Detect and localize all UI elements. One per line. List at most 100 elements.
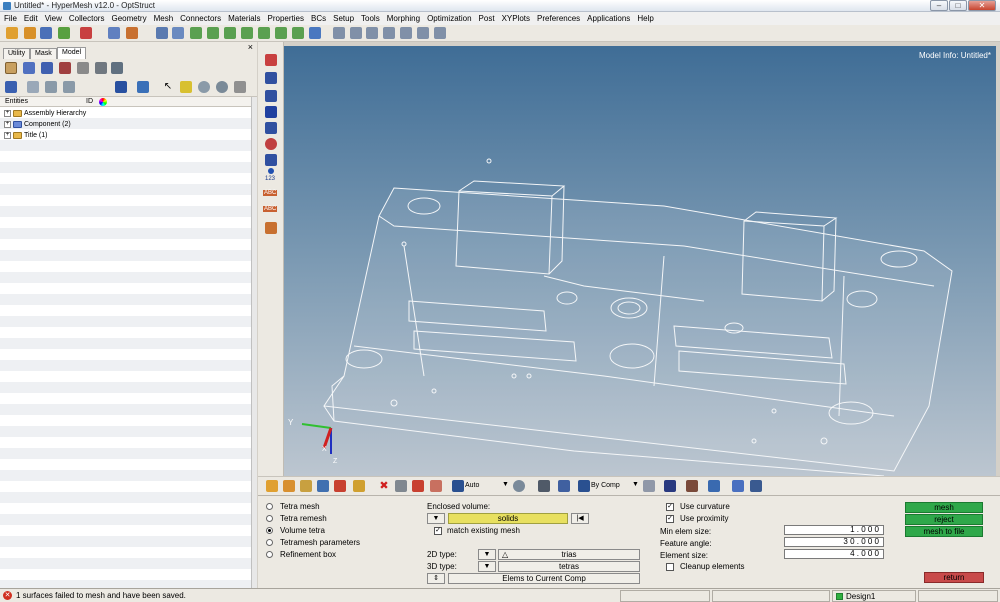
radio-button[interactable] [266,503,273,510]
feature-angle-field[interactable]: 3 0 . 0 0 0 [784,537,884,547]
radio-button[interactable] [266,551,273,558]
min-elem-size-field[interactable]: 1 . 0 0 0 [784,525,884,535]
return-button[interactable]: return [924,572,984,583]
open-model-icon[interactable] [6,27,18,39]
arrows-icon[interactable] [400,27,412,39]
export-icon[interactable] [58,27,70,39]
mesh-button[interactable]: mesh [905,502,983,513]
menu-edit[interactable]: Edit [20,12,41,23]
display-mode-icon[interactable] [115,81,127,93]
delete-icon[interactable]: ✖ [378,480,390,492]
radio-refinement-box[interactable]: Refinement box [266,550,336,559]
split-icon[interactable] [430,480,442,492]
type2d-dropdown-icon[interactable]: ▼ [478,549,496,560]
expand-icon[interactable]: + [4,131,11,139]
menu-view[interactable]: View [41,12,65,23]
filter-view-icon[interactable] [111,62,123,74]
solids-selector[interactable]: solids [448,513,568,524]
menu-post[interactable]: Post [475,12,498,23]
minimize-button[interactable]: – [930,0,948,11]
comp-toggle-icon[interactable]: ⇕ [427,573,445,584]
pan-icon[interactable] [366,27,378,39]
reset-selection-icon[interactable]: |◀ [571,513,589,524]
radio-button[interactable] [266,527,273,534]
close-button[interactable]: ✕ [968,0,996,11]
reject-button[interactable]: reject [905,514,983,525]
import-icon[interactable] [24,27,36,39]
save-icon[interactable] [40,27,52,39]
model-browser-icon[interactable] [126,27,138,39]
menu-properties[interactable]: Properties [264,12,307,23]
transparency-icon[interactable] [265,122,277,134]
type2d-selector[interactable]: △ trias [498,549,640,560]
property-view-icon[interactable] [77,62,89,74]
chevron-down-icon[interactable]: ▼ [502,481,509,488]
grid-icon[interactable] [732,480,744,492]
chevron-down-icon[interactable]: ▼ [632,481,639,488]
load-view-icon[interactable] [95,62,107,74]
show-icon[interactable] [198,81,210,93]
collapse-icon[interactable] [27,81,39,93]
color-mode-icon[interactable] [137,81,149,93]
radio-volume-tetra[interactable]: Volume tetra [266,526,325,535]
fit-icon[interactable] [350,27,362,39]
close-browser-icon[interactable]: × [248,42,253,52]
view-icon[interactable] [538,480,550,492]
use-curvature-row[interactable]: ✓ Use curvature [666,502,730,511]
expand-all-icon[interactable] [5,81,17,93]
use-curvature-checkbox[interactable]: ✓ [666,502,674,511]
radio-button[interactable] [266,515,273,522]
cube-icon[interactable] [558,480,570,492]
mesh-to-file-button[interactable]: mesh to file [905,526,983,537]
entity-icon[interactable] [266,480,278,492]
zoom-icon[interactable] [156,27,168,39]
menu-geometry[interactable]: Geometry [107,12,149,23]
browser-scrollbar[interactable] [251,97,257,588]
cleanup-elements-checkbox[interactable] [666,562,674,571]
menu-applications[interactable]: Applications [583,12,633,23]
element-icon[interactable] [334,480,346,492]
menu-help[interactable]: Help [633,12,656,23]
list-icon[interactable] [63,81,75,93]
menu-file[interactable]: File [0,12,20,23]
radio-tetra-remesh[interactable]: Tetra remesh [266,514,327,523]
reverse-icon[interactable] [234,81,246,93]
view-back-icon[interactable] [258,27,270,39]
solid-icon[interactable] [317,480,329,492]
radio-tetramesh-parameters[interactable]: Tetramesh parameters [266,538,360,547]
tree-row-title[interactable]: + Title (1) [4,130,47,140]
solids-dropdown-icon[interactable]: ▼ [427,513,445,524]
user-profile-icon[interactable] [108,27,120,39]
radio-button[interactable] [266,539,273,546]
assembly-view-icon[interactable] [23,62,35,74]
view-front-icon[interactable] [241,27,253,39]
view-right-icon[interactable] [292,27,304,39]
wireframe-icon[interactable] [265,72,277,84]
comp-icon[interactable] [283,480,295,492]
mesh-display-icon[interactable] [643,480,655,492]
hide-icon[interactable] [216,81,228,93]
menu-materials[interactable]: Materials [224,12,263,23]
view-save-icon[interactable] [309,27,321,39]
menu-preferences[interactable]: Preferences [533,12,583,23]
spin-icon[interactable] [417,27,429,39]
design-cell[interactable]: Design1 [832,590,916,602]
menu-tools[interactable]: Tools [357,12,383,23]
menu-setup[interactable]: Setup [329,12,357,23]
expand-icon[interactable]: + [4,109,11,117]
mask-icon[interactable] [412,480,424,492]
menu-connectors[interactable]: Connectors [176,12,224,23]
surface-icon[interactable] [300,480,312,492]
match-existing-mesh-row[interactable]: ✓ match existing mesh [434,526,520,535]
menu-collectors[interactable]: Collectors [65,12,108,23]
view-top-icon[interactable] [207,27,219,39]
rotate-icon[interactable] [434,27,446,39]
elems-to-current-comp-button[interactable]: Elems to Current Comp [448,573,640,584]
clip-icon[interactable] [265,154,277,166]
expand-icon[interactable]: + [4,120,11,128]
label-abc-1[interactable]: ABC [263,190,278,196]
menu-optimization[interactable]: Optimization [423,12,474,23]
menu-bcs[interactable]: BCs [307,12,329,23]
tree-icon[interactable] [45,81,57,93]
view-left-icon[interactable] [275,27,287,39]
